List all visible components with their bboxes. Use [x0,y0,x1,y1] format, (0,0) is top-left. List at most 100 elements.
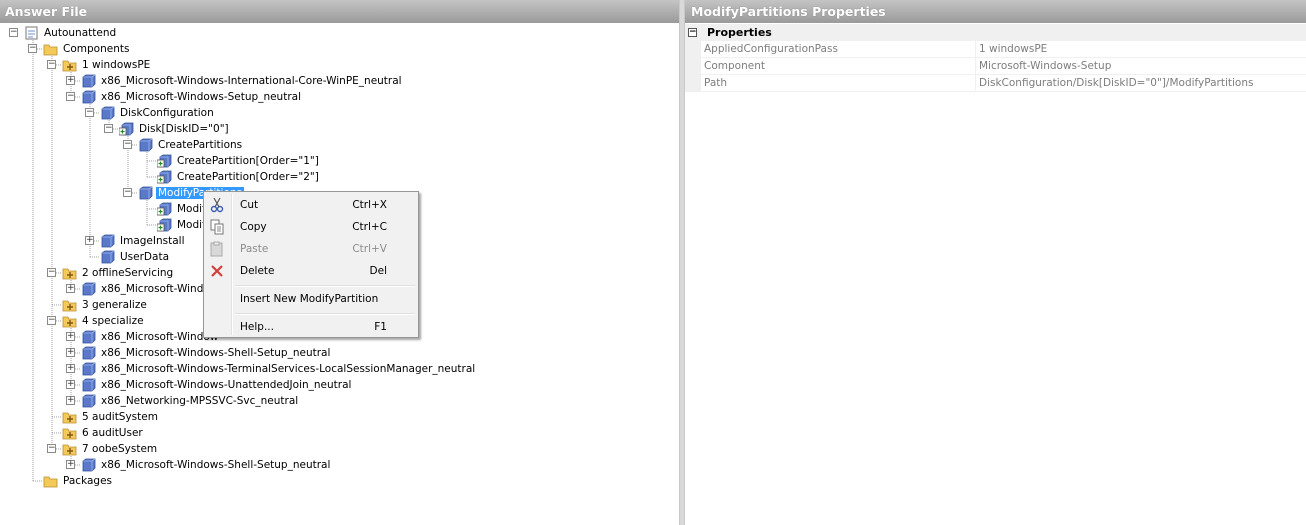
menu-item-label: Cut [240,199,259,211]
expand-icon[interactable]: + [85,236,94,245]
tree-node[interactable]: − 7 oobeSystem [47,441,159,457]
expand-icon[interactable]: + [66,348,75,357]
folder-icon [43,474,58,488]
collapse-icon[interactable]: − [123,188,132,197]
collapse-icon[interactable]: − [123,140,132,149]
component-icon [100,234,115,248]
context-menu: Cut Ctrl+X Copy Ctrl+C Paste Ctrl+V Delete Del I… [203,191,419,338]
menu-item-label: Paste [240,243,269,255]
collapse-icon[interactable]: − [66,92,75,101]
tree-node-label: 1 windowsPE [82,59,151,71]
tree-node[interactable]: CreatePartition[Order="2"] [156,169,321,185]
tree-node-label: x86_Microsoft-Windows-TerminalServices-L… [101,363,476,375]
collapse-icon[interactable]: − [104,124,113,133]
tree-node[interactable]: − Disk[DiskID="0"] [104,121,231,137]
expand-icon[interactable]: + [66,364,75,373]
component-icon [81,330,96,344]
tree-node[interactable]: + x86_Microsoft-Windows-Shell-Setup_neutr… [66,457,332,473]
tree-node[interactable]: − DiskConfiguration [85,105,216,121]
tree-node[interactable]: 3 generalize [62,297,149,313]
tree-node[interactable]: − 2 offlineServicing [47,265,175,281]
menu-item-copy[interactable]: Copy Ctrl+C [206,216,416,238]
tree-node-label: 4 specialize [82,315,144,327]
tree-node[interactable]: UserData [101,249,171,265]
tree-node[interactable]: − Autounattend [9,25,118,41]
menu-item-shortcut: Ctrl+V [352,243,387,255]
tree-node[interactable]: + ImageInstall [85,233,187,249]
tree-node[interactable]: + x86_Microsoft-Windows-International-Cor… [66,73,404,89]
property-row[interactable]: Path DiskConfiguration/Disk[DiskID="0"]/… [685,75,1306,92]
property-value: DiskConfiguration/Disk[DiskID="0"]/Modif… [979,77,1254,89]
tree-node[interactable]: − 4 specialize [47,313,146,329]
tree-node[interactable]: − x86_Microsoft-Windows-Setup_neutral [66,89,303,105]
configuration-pass-icon [62,298,77,312]
tree-node-label: 5 auditSystem [82,411,158,423]
menu-item-insert-new-modifypartition[interactable]: Insert New ModifyPartition [206,288,416,310]
property-category-row[interactable]: − Properties [685,24,1306,41]
collapse-icon[interactable]: − [85,108,94,117]
collapse-icon[interactable]: − [47,316,56,325]
expand-icon[interactable]: + [66,396,75,405]
configuration-pass-icon [62,410,77,424]
component-icon [81,282,96,296]
property-name: Component [704,60,765,72]
menu-item-delete[interactable]: Delete Del [206,260,416,282]
menu-item-paste[interactable]: Paste Ctrl+V [206,238,416,260]
tree-node[interactable]: 6 auditUser [62,425,145,441]
tree-node[interactable]: + x86_Microsoft-Windows-UnattendedJoin_ne… [66,377,353,393]
expand-icon[interactable]: + [66,284,75,293]
expand-icon[interactable]: + [66,76,75,85]
tree-node-label: ImageInstall [120,235,185,247]
tree-node[interactable]: 5 auditSystem [62,409,160,425]
collapse-icon[interactable]: − [47,444,56,453]
tree-node-label: Packages [63,475,112,487]
configuration-pass-icon [62,266,77,280]
tree-node[interactable]: − 1 windowsPE [47,57,152,73]
component-icon [81,346,96,360]
tree-node-label: x86_Microsoft-Windows-UnattendedJoin_neu… [101,379,352,391]
tree-node-label: CreatePartitions [158,139,243,151]
property-row[interactable]: AppliedConfigurationPass 1 windowsPE [685,41,1306,58]
menu-item-label: Copy [240,221,267,233]
expand-icon[interactable]: + [66,460,75,469]
menu-item-shortcut: F1 [374,321,387,333]
property-category-label: Properties [707,26,772,39]
tree-node[interactable]: CreatePartition[Order="1"] [156,153,321,169]
answer-file-icon [24,26,39,40]
menu-item-cut[interactable]: Cut Ctrl+X [206,194,416,216]
tree-node-label: CreatePartition[Order="2"] [177,171,319,183]
collapse-icon[interactable]: − [28,44,37,53]
property-row-gutter [685,58,701,75]
list-item-icon [118,122,134,136]
tree-node-label: x86_Microsoft-Windows-Setup_neutral [101,91,301,103]
component-icon [81,362,96,376]
configuration-pass-icon [62,314,77,328]
list-item-icon [156,218,172,232]
property-value: Microsoft-Windows-Setup [979,60,1112,72]
tree-node[interactable]: − CreatePartitions [123,137,244,153]
property-row-gutter [685,41,701,58]
component-icon [81,90,96,104]
property-column-divider [975,58,976,74]
collapse-icon[interactable]: − [47,60,56,69]
expand-icon[interactable]: + [66,332,75,341]
collapse-icon[interactable]: − [47,268,56,277]
paste-icon [209,241,225,257]
property-value: 1 windowsPE [979,43,1048,55]
tree-node-label: x86_Networking-MPSSVC-Svc_neutral [101,395,299,407]
expand-icon[interactable]: + [66,380,75,389]
properties-header: ModifyPartitions Properties [685,0,1306,23]
property-row[interactable]: Component Microsoft-Windows-Setup [685,58,1306,75]
tree-node-label: 3 generalize [82,299,147,311]
tree-node[interactable]: Packages [43,473,114,489]
collapse-icon[interactable]: − [9,28,18,37]
tree-node[interactable]: + x86_Microsoft-Windows-TerminalServices-… [66,361,477,377]
tree-node[interactable]: − Components [28,41,131,57]
component-icon [81,394,96,408]
collapse-icon[interactable]: − [688,28,697,37]
tree-node[interactable]: + x86_Microsoft-Windows-Shell-Setup_neutr… [66,345,332,361]
property-name: Path [704,77,728,89]
tree-node-label: x86_Microsoft-Windows-International-Core… [101,75,402,87]
menu-item-help[interactable]: Help... F1 [206,316,416,338]
tree-node[interactable]: + x86_Networking-MPSSVC-Svc_neutral [66,393,300,409]
